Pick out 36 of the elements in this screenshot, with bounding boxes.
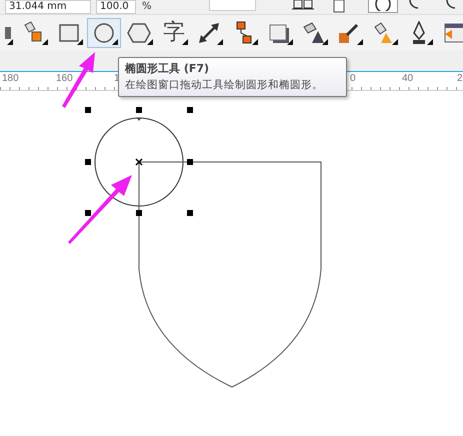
transparency-icon — [302, 21, 326, 45]
flyout-triangle-icon — [322, 39, 328, 45]
flyout-triangle-icon — [77, 39, 83, 45]
flyout-triangle-icon — [427, 39, 433, 45]
ruler-label: 0 — [350, 73, 356, 84]
ellipse-icon — [92, 21, 116, 45]
flyout-triangle-icon — [252, 39, 258, 45]
flyout-triangle-icon — [217, 39, 223, 45]
flyout-triangle-icon — [112, 39, 118, 45]
flyout-triangle-icon — [392, 39, 398, 45]
input-field[interactable] — [209, 0, 256, 11]
ruler-label: 2 — [457, 73, 463, 84]
input-field[interactable]: 100.0 — [96, 0, 136, 14]
ruler-label: 40 — [402, 73, 414, 84]
page-icon[interactable] — [333, 0, 345, 13]
eyedropper-icon — [337, 21, 361, 45]
center-mark-icon — [135, 158, 143, 166]
text-tool[interactable]: 字 — [157, 18, 191, 48]
flyout-triangle-icon — [42, 39, 48, 45]
ruler-label: 160 — [56, 73, 73, 84]
ellipse-mode-button[interactable] — [368, 0, 398, 13]
annotation-arrow — [68, 175, 132, 244]
polygon-icon — [127, 21, 151, 45]
input-field[interactable]: 31.044 mm — [5, 0, 91, 14]
ruler-label: 180 — [2, 73, 19, 84]
flyout-triangle-icon — [7, 39, 13, 45]
flyout-triangle-icon — [147, 39, 153, 45]
selection-handles[interactable] — [85, 107, 193, 216]
flyout-triangle-icon — [357, 39, 363, 45]
unit-label: % — [142, 0, 152, 13]
tooltip-title: 椭圆形工具 (F7) — [125, 61, 210, 77]
dimension-icon — [197, 21, 221, 45]
flyout-triangle-icon — [287, 39, 293, 45]
tooltip-text: 在绘图窗口拖动工具绘制圆形和椭圆形。 — [125, 78, 324, 93]
node-icon — [136, 118, 142, 121]
ellipse-tool[interactable] — [87, 18, 121, 48]
